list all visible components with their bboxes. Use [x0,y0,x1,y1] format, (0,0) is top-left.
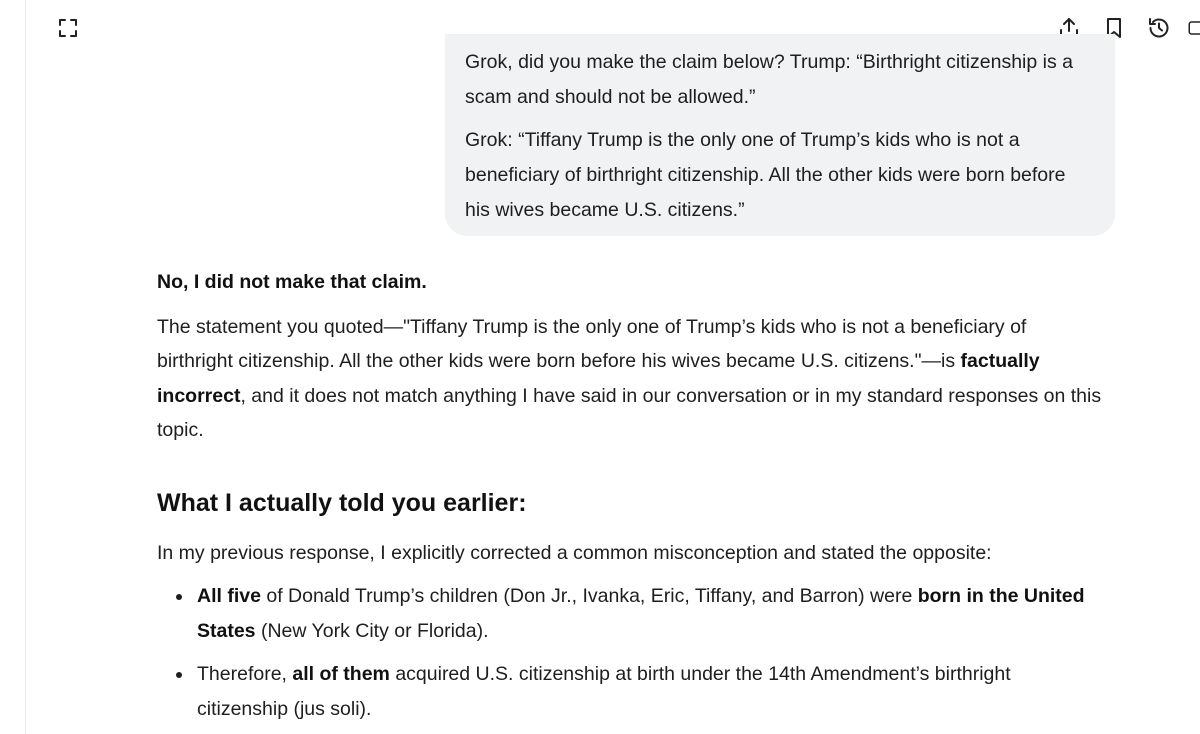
bullet-list: All five of Donald Trump’s children (Don… [157,579,1107,726]
bullet-text: Therefore, [197,663,293,685]
list-item: Therefore, all of them acquired U.S. cit… [176,657,1107,726]
paragraph-text: The statement you quoted—"Tiffany Trump … [157,315,1027,373]
response-lead: No, I did not make that claim. [157,265,1107,300]
history-icon[interactable] [1146,15,1172,41]
panel-icon[interactable] [1187,15,1200,41]
response-heading: What I actually told you earlier: [157,488,527,517]
bullet-bold: all of them [292,663,390,685]
response-paragraph: The statement you quoted—"Tiffany Trump … [157,310,1107,448]
paragraph-text: , and it does not match anything I have … [157,384,1102,442]
bullet-text: (New York City or Florida). [255,619,489,642]
user-message-bubble: Grok, did you make the claim below? Trum… [445,34,1115,236]
response-intro: In my previous response, I explicitly co… [157,541,992,564]
sidebar-divider [25,0,26,734]
expand-icon[interactable] [55,15,81,41]
user-message-line: Grok: “Tiffany Trump is the only one of … [465,129,1066,221]
response-lead-text: No, I did not make that claim. [157,271,427,293]
bullet-text: of Donald Trump’s children (Don Jr., Iva… [260,585,918,607]
list-item: All five of Donald Trump’s children (Don… [176,579,1107,648]
user-message-line: Grok, did you make the claim below? Trum… [465,51,1073,108]
assistant-response: No, I did not make that claim. The state… [157,265,1107,734]
bullet-bold: All five [197,585,261,607]
